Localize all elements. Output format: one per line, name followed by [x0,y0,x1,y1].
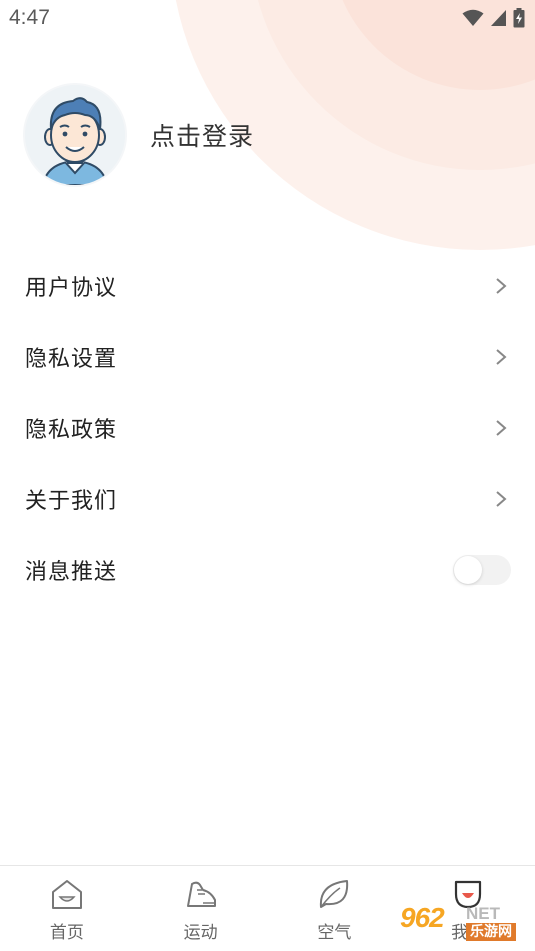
tab-mine[interactable]: 我的 [401,866,535,951]
sneaker-icon [186,881,216,907]
menu-item-push-notifications: 消息推送 [0,534,535,605]
bottom-tab-bar: 首页 运动 空气 我的 [0,865,535,951]
status-icons [462,8,525,28]
login-label[interactable]: 点击登录 [150,117,254,153]
tab-label: 我的 [451,923,486,943]
toggle-knob [454,555,482,584]
menu-item-label: 关于我们 [25,488,118,514]
chevron-right-icon [496,348,507,365]
signal-icon [491,10,506,26]
cup-icon [455,880,482,909]
chevron-right-icon [496,490,507,507]
chevron-right-icon [496,419,507,436]
wifi-icon [462,9,484,26]
status-bar: 4:47 [0,0,535,36]
tab-sport[interactable]: 运动 [134,866,268,951]
status-time: 4:47 [9,6,50,29]
leaf-icon [320,880,349,908]
tab-label: 运动 [183,923,218,943]
settings-menu: 用户协议 隐私设置 隐私政策 关于我们 消息推送 [0,250,535,605]
menu-item-privacy-policy[interactable]: 隐私政策 [0,392,535,463]
menu-item-label: 消息推送 [25,559,118,585]
battery-charging-icon [513,8,525,28]
menu-item-user-agreement[interactable]: 用户协议 [0,250,535,321]
menu-item-label: 隐私政策 [25,417,118,443]
tab-label: 首页 [49,923,84,943]
chevron-right-icon [496,277,507,294]
tab-air[interactable]: 空气 [268,866,402,951]
screen: 4:47 点击登录 用户协议 隐私设置 隐私政策 关于我们 消息推送 首页 运动… [0,0,535,951]
home-icon [51,880,82,909]
avatar[interactable] [25,85,125,185]
menu-item-about-us[interactable]: 关于我们 [0,463,535,534]
user-avatar-icon [25,85,125,185]
tab-home[interactable]: 首页 [0,866,134,951]
menu-item-label: 隐私设置 [25,346,118,372]
menu-item-privacy-settings[interactable]: 隐私设置 [0,321,535,392]
login-profile[interactable]: 点击登录 [25,85,254,185]
push-notification-toggle[interactable] [453,554,511,585]
menu-item-label: 用户协议 [25,275,118,301]
tab-label: 空气 [317,923,352,943]
